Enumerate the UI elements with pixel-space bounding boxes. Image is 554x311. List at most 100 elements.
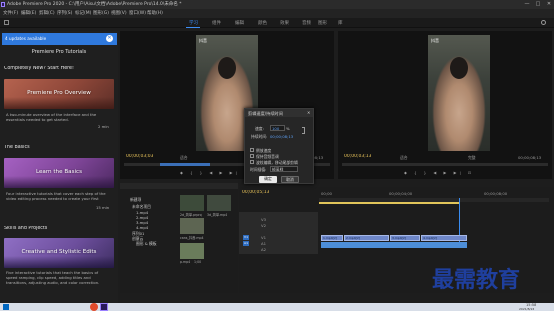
media-thumbnail[interactable]	[180, 218, 204, 234]
ripple-edit-checkbox[interactable]	[250, 160, 254, 164]
section-heading: Skills and Projects	[4, 226, 48, 231]
program-scrub-bar[interactable]	[342, 163, 548, 166]
tab-libraries[interactable]: 库	[338, 20, 343, 26]
media-thumbnail[interactable]	[207, 195, 231, 211]
source-transport-controls[interactable]: ◆ { } ◀ ▶ ▶| ⊡	[180, 170, 250, 175]
maintain-pitch-checkbox[interactable]	[250, 154, 254, 158]
menu-bar: 文件(F) 编辑(E) 剪辑(C) 序列(S) 标记(M) 图形(G) 视图(V…	[0, 9, 554, 18]
menu-sequence[interactable]: 序列(S)	[57, 10, 72, 16]
clip-name: 4.mp4[V]	[423, 236, 437, 240]
speed-label: 速度:	[255, 126, 264, 131]
timeline-clip-video[interactable]: 2.mp4[V]	[344, 235, 389, 241]
timeline-clip-video[interactable]: 1.mp4[V]	[321, 235, 343, 241]
tree-item[interactable]: 4.mp4	[136, 225, 148, 230]
program-fit[interactable]: 适合	[400, 155, 408, 161]
project-panel: 新建项 未命名项目 1.mp4 2.mp4 3.mp4 4.mp4 序列01 创…	[120, 183, 238, 293]
clip-name: 1.mp4[V]	[323, 236, 337, 240]
program-monitor: 抖音 00;00;03;13 适合 完整 00;00;08;13 ◆ { } ◀…	[338, 31, 552, 179]
timeline-timecode[interactable]: 00;00;05;13	[242, 190, 269, 195]
ruler-label: 00;00	[321, 191, 332, 196]
close-button[interactable]: ✕	[544, 0, 554, 9]
source-patch-v1[interactable]: V1	[243, 235, 249, 240]
tab-editing[interactable]: 编辑	[235, 20, 244, 26]
taskbar-app-icon[interactable]	[90, 303, 98, 311]
landscape-shape	[4, 97, 114, 109]
card-duration: 15 min	[96, 205, 110, 210]
menu-help[interactable]: 帮助(H)	[147, 10, 163, 16]
close-icon[interactable]: ✕	[106, 35, 113, 42]
tab-audio[interactable]: 音频	[302, 20, 311, 26]
tree-item[interactable]: 新建项	[130, 197, 141, 203]
source-fit[interactable]: 适合	[180, 155, 188, 161]
menu-view[interactable]: 视图(V)	[111, 10, 127, 16]
clip-name: 3.mp4[V]	[392, 236, 406, 240]
updates-banner[interactable]: 4 updates available ✕	[2, 33, 117, 45]
tab-learn[interactable]: 学习	[189, 20, 198, 26]
program-resolution[interactable]: 完整	[468, 155, 476, 161]
menu-file[interactable]: 文件(F)	[3, 10, 18, 16]
cancel-button[interactable]: 取消	[281, 176, 299, 183]
workspace-bar: 学习 组件 编辑 颜色 效果 音频 图形 库	[0, 18, 554, 28]
reverse-checkbox[interactable]	[250, 148, 254, 152]
timeline-clip-video[interactable]: 4.mp4[V]	[421, 235, 467, 241]
tutorial-card-overview[interactable]: Premiere Pro Overview	[4, 79, 114, 109]
menu-edit[interactable]: 编辑(E)	[21, 10, 36, 16]
program-timecode: 00;00;03;13	[344, 154, 372, 159]
timeline-clip-video[interactable]: 3.mp4[V]	[390, 235, 420, 241]
minimize-button[interactable]: —	[522, 0, 532, 9]
media-duration: 1;00	[194, 260, 202, 264]
tab-graphics[interactable]: 图形	[318, 20, 327, 26]
head-shape	[450, 57, 468, 79]
timeline-clip-audio[interactable]	[321, 242, 467, 248]
taskbar-date: 2021/8/24	[519, 307, 535, 311]
program-transport-controls[interactable]: ◆ { } ◀ ▶ ▶| ⊡	[404, 170, 474, 175]
media-label: 2d_简单.prproj	[180, 213, 203, 217]
menu-marker[interactable]: 标记(M)	[75, 10, 91, 16]
duration-value[interactable]: 00;00;08;13	[270, 134, 293, 139]
track-label: V3	[261, 217, 267, 222]
menu-clip[interactable]: 剪辑(C)	[39, 10, 55, 16]
interp-select[interactable]: 帧采样	[270, 166, 298, 172]
tutorial-card-basics[interactable]: Learn the Basics	[4, 158, 114, 188]
tree-item[interactable]: 图形 & 模板	[136, 241, 157, 247]
taskbar-app-icon[interactable]	[100, 303, 108, 311]
maximize-button[interactable]: □	[533, 0, 543, 9]
card-title: Premiere Pro Overview	[27, 90, 91, 96]
card-duration: 2 min	[98, 124, 109, 129]
start-icon[interactable]	[3, 304, 9, 310]
speed-duration-dialog: 剪辑速度/持续时间 ✕ 速度: 100 % 持续时间: 00;00;08;13 …	[244, 108, 314, 184]
card-description: A two-minute overview of the interface a…	[6, 112, 97, 122]
speed-input[interactable]: 100	[270, 125, 285, 131]
program-duration: 00;00;08;13	[518, 155, 542, 160]
link-icon[interactable]	[302, 127, 305, 134]
menu-graphics[interactable]: 图形(G)	[93, 10, 109, 16]
menu-window[interactable]: 窗口(W)	[129, 10, 146, 16]
ok-button[interactable]: 确定	[259, 176, 277, 183]
window-title: Adobe Premiere Pro 2020 - C:\用户\Aisu\文档\…	[7, 2, 182, 7]
video-watermark: 抖音	[199, 38, 207, 43]
updates-label: 4 updates available	[5, 36, 47, 41]
media-label: cans_抖音.mp4	[180, 236, 204, 240]
tab-color[interactable]: 颜色	[258, 20, 267, 26]
tutorial-card-creative[interactable]: Creative and Stylistic Edits	[4, 238, 114, 268]
taskbar: 15:58 2021/8/24	[0, 303, 554, 311]
card-title: Creative and Stylistic Edits	[21, 249, 97, 255]
tab-effects[interactable]: 效果	[280, 20, 289, 26]
title-bar: Adobe Premiere Pro 2020 - C:\用户\Aisu\文档\…	[0, 0, 554, 9]
home-icon[interactable]	[4, 20, 9, 25]
close-icon[interactable]: ✕	[307, 110, 310, 115]
source-timecode: 00;00;03;03	[126, 154, 154, 159]
search-icon[interactable]	[541, 20, 546, 25]
track-label: A1	[261, 241, 267, 246]
media-thumbnail[interactable]	[180, 195, 204, 211]
tab-assembly[interactable]: 组件	[212, 20, 221, 26]
video-watermark: 抖音	[431, 38, 439, 43]
media-thumbnail[interactable]	[180, 243, 204, 259]
landscape-shape	[4, 176, 114, 188]
work-area-bar[interactable]	[319, 202, 459, 204]
landscape-shape	[4, 256, 114, 268]
clip-name: 2.mp4[V]	[346, 236, 360, 240]
source-patch-a1[interactable]: A1	[243, 241, 249, 246]
app-icon	[1, 1, 5, 7]
tab-learn-underline	[186, 27, 200, 28]
